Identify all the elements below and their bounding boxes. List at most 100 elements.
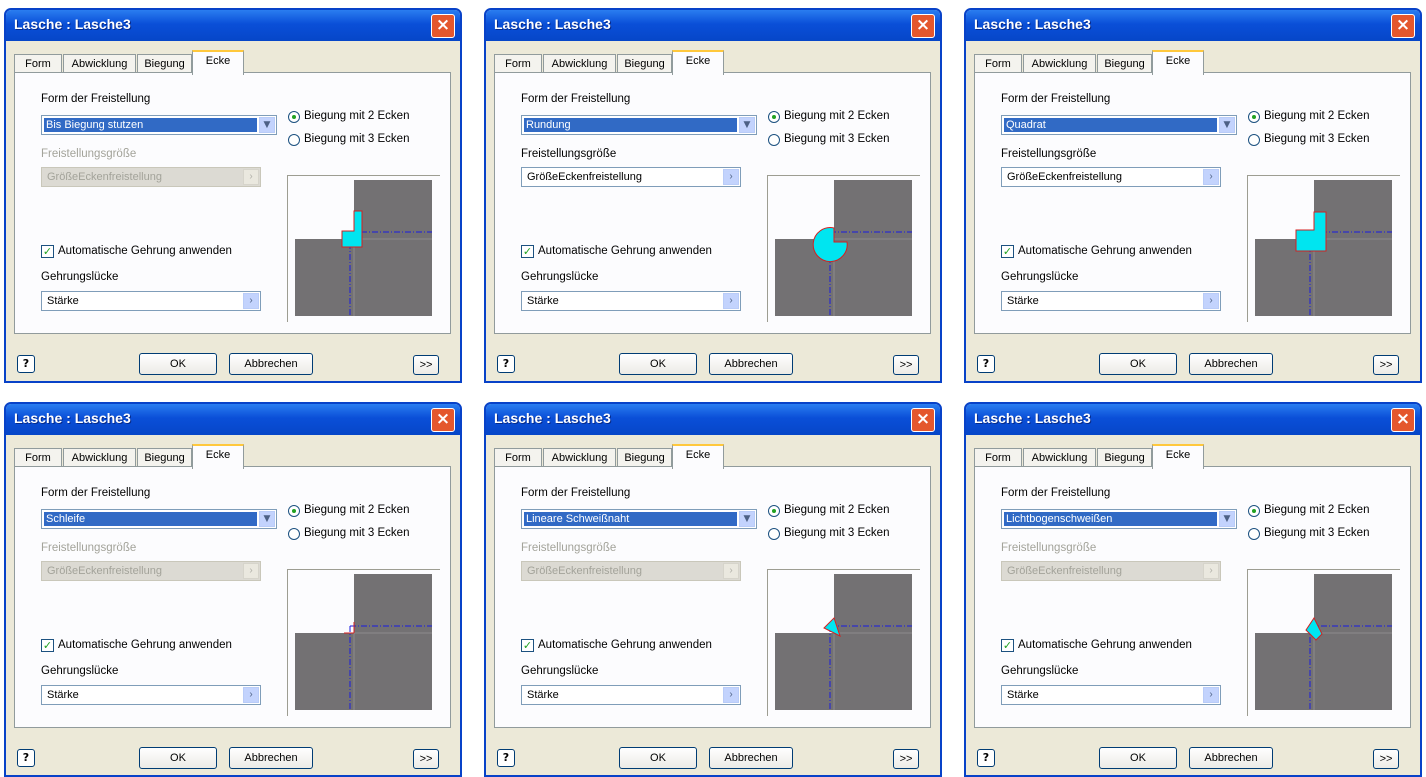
chevron-right-icon[interactable]: › — [243, 687, 259, 703]
auto-miter-checkbox[interactable]: ✓ — [521, 639, 534, 652]
tab-abwicklung[interactable]: Abwicklung — [63, 448, 136, 467]
tab-ecke[interactable]: Ecke — [192, 444, 244, 469]
radio-2-corners[interactable] — [768, 111, 780, 123]
miter-gap-field[interactable]: Stärke › — [41, 291, 261, 311]
close-button[interactable]: × — [431, 408, 455, 432]
chevron-right-icon[interactable]: › — [723, 293, 739, 309]
chevron-right-icon[interactable]: › — [723, 687, 739, 703]
tab-abwicklung[interactable]: Abwicklung — [63, 54, 136, 73]
tab-abwicklung[interactable]: Abwicklung — [1023, 54, 1096, 73]
cancel-button[interactable]: Abbrechen — [1189, 353, 1273, 375]
chevron-right-icon[interactable]: › — [243, 293, 259, 309]
ok-button[interactable]: OK — [139, 747, 217, 769]
tab-ecke[interactable]: Ecke — [1152, 50, 1204, 75]
ok-button[interactable]: OK — [139, 353, 217, 375]
cancel-button[interactable]: Abbrechen — [229, 353, 313, 375]
close-button[interactable]: × — [911, 408, 935, 432]
chevron-right-icon[interactable]: › — [243, 169, 259, 185]
chevron-right-icon[interactable]: › — [1203, 169, 1219, 185]
auto-miter-checkbox[interactable]: ✓ — [521, 245, 534, 258]
radio-2-corners[interactable] — [288, 505, 300, 517]
close-button[interactable]: × — [911, 14, 935, 38]
tab-biegung[interactable]: Biegung — [617, 54, 672, 73]
miter-gap-field[interactable]: Stärke › — [41, 685, 261, 705]
tab-form[interactable]: Form — [494, 448, 542, 467]
help-button[interactable]: ? — [17, 355, 35, 373]
radio-3-corners[interactable] — [1248, 528, 1260, 540]
auto-miter-checkbox[interactable]: ✓ — [1001, 245, 1014, 258]
more-button[interactable]: >> — [413, 355, 439, 375]
tab-biegung[interactable]: Biegung — [137, 54, 192, 73]
help-button[interactable]: ? — [977, 355, 995, 373]
ok-button[interactable]: OK — [1099, 747, 1177, 769]
form-dropdown[interactable]: Lineare Schweißnaht ▼ — [521, 509, 757, 529]
miter-gap-field[interactable]: Stärke › — [521, 291, 741, 311]
ok-button[interactable]: OK — [619, 747, 697, 769]
chevron-right-icon[interactable]: › — [1203, 563, 1219, 579]
chevron-right-icon[interactable]: › — [243, 563, 259, 579]
more-button[interactable]: >> — [893, 749, 919, 769]
auto-miter-checkbox[interactable]: ✓ — [41, 245, 54, 258]
more-button[interactable]: >> — [893, 355, 919, 375]
ok-button[interactable]: OK — [619, 353, 697, 375]
chevron-right-icon[interactable]: › — [1203, 687, 1219, 703]
chevron-right-icon[interactable]: › — [723, 169, 739, 185]
form-dropdown[interactable]: Quadrat ▼ — [1001, 115, 1237, 135]
relief-size-field[interactable]: GrößeEckenfreistellung › — [41, 167, 261, 187]
tab-abwicklung[interactable]: Abwicklung — [1023, 448, 1096, 467]
chevron-down-icon[interactable]: ▼ — [259, 117, 275, 133]
tab-form[interactable]: Form — [14, 448, 62, 467]
chevron-down-icon[interactable]: ▼ — [739, 511, 755, 527]
tab-biegung[interactable]: Biegung — [137, 448, 192, 467]
help-button[interactable]: ? — [497, 749, 515, 767]
cancel-button[interactable]: Abbrechen — [229, 747, 313, 769]
tab-abwicklung[interactable]: Abwicklung — [543, 448, 616, 467]
radio-3-corners[interactable] — [1248, 134, 1260, 146]
tab-ecke[interactable]: Ecke — [672, 50, 724, 75]
relief-size-field[interactable]: GrößeEckenfreistellung › — [1001, 167, 1221, 187]
chevron-right-icon[interactable]: › — [723, 563, 739, 579]
cancel-button[interactable]: Abbrechen — [709, 747, 793, 769]
more-button[interactable]: >> — [413, 749, 439, 769]
relief-size-field[interactable]: GrößeEckenfreistellung › — [521, 561, 741, 581]
tab-form[interactable]: Form — [974, 448, 1022, 467]
chevron-right-icon[interactable]: › — [1203, 293, 1219, 309]
relief-size-field[interactable]: GrößeEckenfreistellung › — [521, 167, 741, 187]
chevron-down-icon[interactable]: ▼ — [259, 511, 275, 527]
auto-miter-checkbox[interactable]: ✓ — [1001, 639, 1014, 652]
tab-ecke[interactable]: Ecke — [1152, 444, 1204, 469]
tab-ecke[interactable]: Ecke — [192, 50, 244, 75]
radio-2-corners[interactable] — [288, 111, 300, 123]
tab-biegung[interactable]: Biegung — [1097, 448, 1152, 467]
radio-2-corners[interactable] — [768, 505, 780, 517]
form-dropdown[interactable]: Rundung ▼ — [521, 115, 757, 135]
miter-gap-field[interactable]: Stärke › — [521, 685, 741, 705]
miter-gap-field[interactable]: Stärke › — [1001, 685, 1221, 705]
tab-biegung[interactable]: Biegung — [617, 448, 672, 467]
tab-form[interactable]: Form — [14, 54, 62, 73]
miter-gap-field[interactable]: Stärke › — [1001, 291, 1221, 311]
tab-biegung[interactable]: Biegung — [1097, 54, 1152, 73]
help-button[interactable]: ? — [977, 749, 995, 767]
tab-form[interactable]: Form — [494, 54, 542, 73]
radio-3-corners[interactable] — [768, 528, 780, 540]
radio-2-corners[interactable] — [1248, 111, 1260, 123]
ok-button[interactable]: OK — [1099, 353, 1177, 375]
more-button[interactable]: >> — [1373, 355, 1399, 375]
tab-ecke[interactable]: Ecke — [672, 444, 724, 469]
chevron-down-icon[interactable]: ▼ — [1219, 117, 1235, 133]
chevron-down-icon[interactable]: ▼ — [739, 117, 755, 133]
close-button[interactable]: × — [1391, 14, 1415, 38]
relief-size-field[interactable]: GrößeEckenfreistellung › — [1001, 561, 1221, 581]
tab-form[interactable]: Form — [974, 54, 1022, 73]
help-button[interactable]: ? — [17, 749, 35, 767]
close-button[interactable]: × — [1391, 408, 1415, 432]
radio-2-corners[interactable] — [1248, 505, 1260, 517]
chevron-down-icon[interactable]: ▼ — [1219, 511, 1235, 527]
auto-miter-checkbox[interactable]: ✓ — [41, 639, 54, 652]
form-dropdown[interactable]: Schleife ▼ — [41, 509, 277, 529]
help-button[interactable]: ? — [497, 355, 515, 373]
more-button[interactable]: >> — [1373, 749, 1399, 769]
cancel-button[interactable]: Abbrechen — [709, 353, 793, 375]
tab-abwicklung[interactable]: Abwicklung — [543, 54, 616, 73]
